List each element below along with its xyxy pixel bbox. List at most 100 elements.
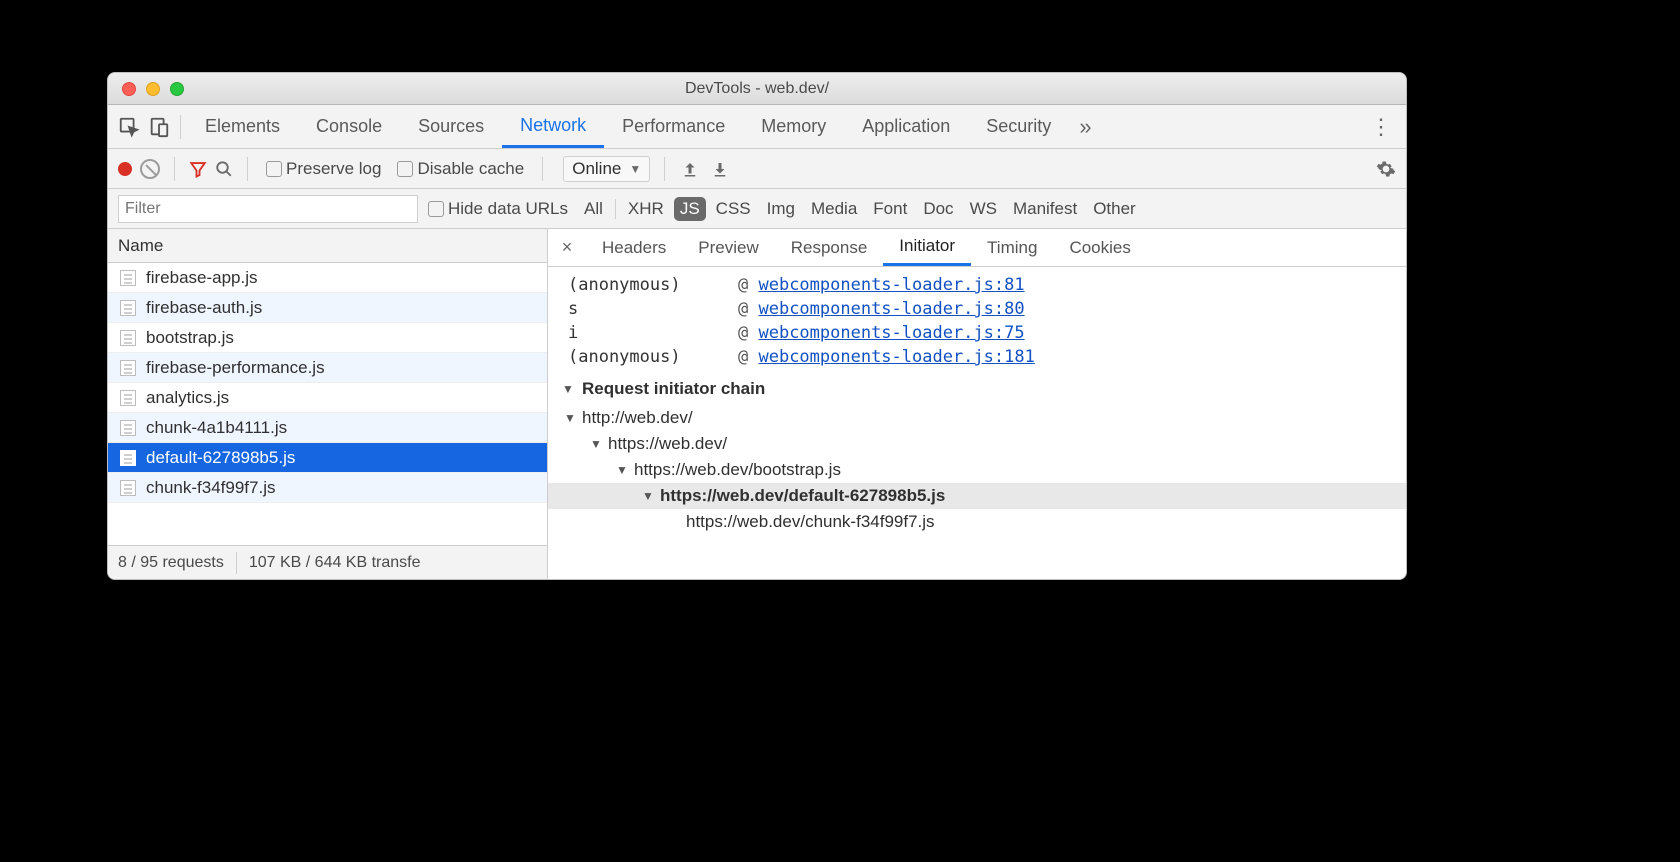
request-name: firebase-app.js: [146, 268, 258, 288]
tab-network[interactable]: Network: [502, 105, 604, 148]
request-row[interactable]: default-627898b5.js: [108, 443, 547, 473]
filter-type-manifest[interactable]: Manifest: [1007, 197, 1083, 221]
download-har-icon[interactable]: [711, 160, 729, 178]
tab-sources[interactable]: Sources: [400, 105, 502, 148]
preserve-log-checkbox[interactable]: Preserve log: [266, 159, 381, 179]
separator: [174, 157, 175, 181]
search-icon[interactable]: [215, 160, 233, 178]
separator: [247, 157, 248, 181]
file-icon: [120, 360, 136, 376]
file-icon: [120, 480, 136, 496]
file-icon: [120, 420, 136, 436]
devtools-window: DevTools - web.dev/ ElementsConsoleSourc…: [107, 72, 1407, 580]
filter-type-js[interactable]: JS: [674, 197, 706, 221]
throttling-select[interactable]: Online ▼: [563, 156, 650, 182]
tab-elements[interactable]: Elements: [187, 105, 298, 148]
chevron-down-icon: ▼: [629, 162, 641, 176]
stack-function: (anonymous): [568, 347, 718, 367]
filter-type-ws[interactable]: WS: [964, 197, 1003, 221]
filter-type-media[interactable]: Media: [805, 197, 863, 221]
request-name: bootstrap.js: [146, 328, 234, 348]
separator: [664, 157, 665, 181]
filter-type-all[interactable]: All: [578, 197, 609, 221]
chain-node[interactable]: ▼ https://web.dev/bootstrap.js: [616, 460, 1406, 480]
titlebar: DevTools - web.dev/: [108, 73, 1406, 105]
detail-tab-timing[interactable]: Timing: [971, 229, 1053, 266]
network-toolbar: Preserve log Disable cache Online ▼: [108, 149, 1406, 189]
stack-source-link[interactable]: webcomponents-loader.js:80: [758, 299, 1024, 319]
chain-url: https://web.dev/default-627898b5.js: [660, 486, 945, 506]
tab-console[interactable]: Console: [298, 105, 400, 148]
request-row[interactable]: firebase-performance.js: [108, 353, 547, 383]
request-row[interactable]: analytics.js: [108, 383, 547, 413]
request-name: default-627898b5.js: [146, 448, 295, 468]
stack-frame: s@ webcomponents-loader.js:80: [548, 297, 1406, 321]
hide-data-urls-checkbox[interactable]: Hide data URLs: [428, 199, 568, 219]
status-transfer: 107 KB / 644 KB transfe: [249, 554, 421, 572]
detail-tab-response[interactable]: Response: [775, 229, 884, 266]
stack-function: s: [568, 299, 718, 319]
tab-application[interactable]: Application: [844, 105, 968, 148]
filter-type-doc[interactable]: Doc: [917, 197, 959, 221]
chain-node[interactable]: https://web.dev/chunk-f34f99f7.js: [668, 512, 1406, 532]
request-name: firebase-auth.js: [146, 298, 262, 318]
network-split: Name firebase-app.js firebase-auth.js boot…: [108, 229, 1406, 579]
requests-pane: Name firebase-app.js firebase-auth.js boot…: [108, 229, 548, 579]
chevron-down-icon: ▼: [590, 437, 604, 451]
tab-security[interactable]: Security: [968, 105, 1069, 148]
initiator-panel: (anonymous)@ webcomponents-loader.js:81s…: [548, 267, 1406, 579]
chevron-down-icon: ▼: [564, 411, 578, 425]
stack-source-link[interactable]: webcomponents-loader.js:81: [758, 275, 1024, 295]
chain-url: https://web.dev/bootstrap.js: [634, 460, 841, 480]
stack-function: i: [568, 323, 718, 343]
chain-node[interactable]: ▼ http://web.dev/: [564, 408, 1406, 428]
file-icon: [120, 450, 136, 466]
filter-type-xhr[interactable]: XHR: [622, 197, 670, 221]
devtools-menu-button[interactable]: ⋮: [1360, 114, 1400, 140]
chevron-down-icon: ▼: [562, 382, 576, 396]
chevron-down-icon: ▼: [616, 463, 630, 477]
chain-node[interactable]: ▼https://web.dev/default-627898b5.js: [642, 486, 1406, 506]
stack-source-link[interactable]: webcomponents-loader.js:181: [758, 347, 1034, 367]
window-title: DevTools - web.dev/: [108, 80, 1406, 98]
file-icon: [120, 390, 136, 406]
detail-tab-cookies[interactable]: Cookies: [1053, 229, 1146, 266]
filter-input[interactable]: [118, 195, 418, 223]
tab-performance[interactable]: Performance: [604, 105, 743, 148]
initiator-chain-heading[interactable]: ▼ Request initiator chain: [548, 369, 1406, 405]
clear-button[interactable]: [140, 159, 160, 179]
detail-tab-preview[interactable]: Preview: [682, 229, 774, 266]
inspect-icon[interactable]: [114, 112, 144, 142]
column-header-name[interactable]: Name: [108, 229, 547, 263]
filter-type-other[interactable]: Other: [1087, 197, 1142, 221]
request-row[interactable]: chunk-4a1b4111.js: [108, 413, 547, 443]
device-toggle-icon[interactable]: [144, 112, 174, 142]
detail-tab-headers[interactable]: Headers: [586, 229, 682, 266]
request-row[interactable]: firebase-auth.js: [108, 293, 547, 323]
stack-source-link[interactable]: webcomponents-loader.js:75: [758, 323, 1024, 343]
request-list: firebase-app.js firebase-auth.js bootstrap…: [108, 263, 547, 545]
detail-tab-initiator[interactable]: Initiator: [883, 229, 971, 266]
upload-har-icon[interactable]: [681, 160, 699, 178]
chain-url: https://web.dev/chunk-f34f99f7.js: [686, 512, 935, 532]
filter-toggle-icon[interactable]: [189, 160, 207, 178]
settings-icon[interactable]: [1376, 159, 1396, 179]
close-detail-button[interactable]: ×: [552, 237, 582, 258]
disable-cache-checkbox[interactable]: Disable cache: [397, 159, 524, 179]
request-row[interactable]: bootstrap.js: [108, 323, 547, 353]
request-row[interactable]: firebase-app.js: [108, 263, 547, 293]
chain-url: http://web.dev/: [582, 408, 693, 428]
file-icon: [120, 330, 136, 346]
separator: [180, 115, 181, 139]
filter-type-font[interactable]: Font: [867, 197, 913, 221]
separator: [542, 157, 543, 181]
filter-type-img[interactable]: Img: [761, 197, 801, 221]
record-button[interactable]: [118, 162, 132, 176]
request-name: firebase-performance.js: [146, 358, 325, 378]
tab-memory[interactable]: Memory: [743, 105, 844, 148]
main-tabs: ElementsConsoleSourcesNetworkPerformance…: [108, 105, 1406, 149]
request-row[interactable]: chunk-f34f99f7.js: [108, 473, 547, 503]
tabs-overflow-button[interactable]: »: [1069, 114, 1101, 140]
chain-node[interactable]: ▼https://web.dev/: [590, 434, 1406, 454]
filter-type-css[interactable]: CSS: [710, 197, 757, 221]
